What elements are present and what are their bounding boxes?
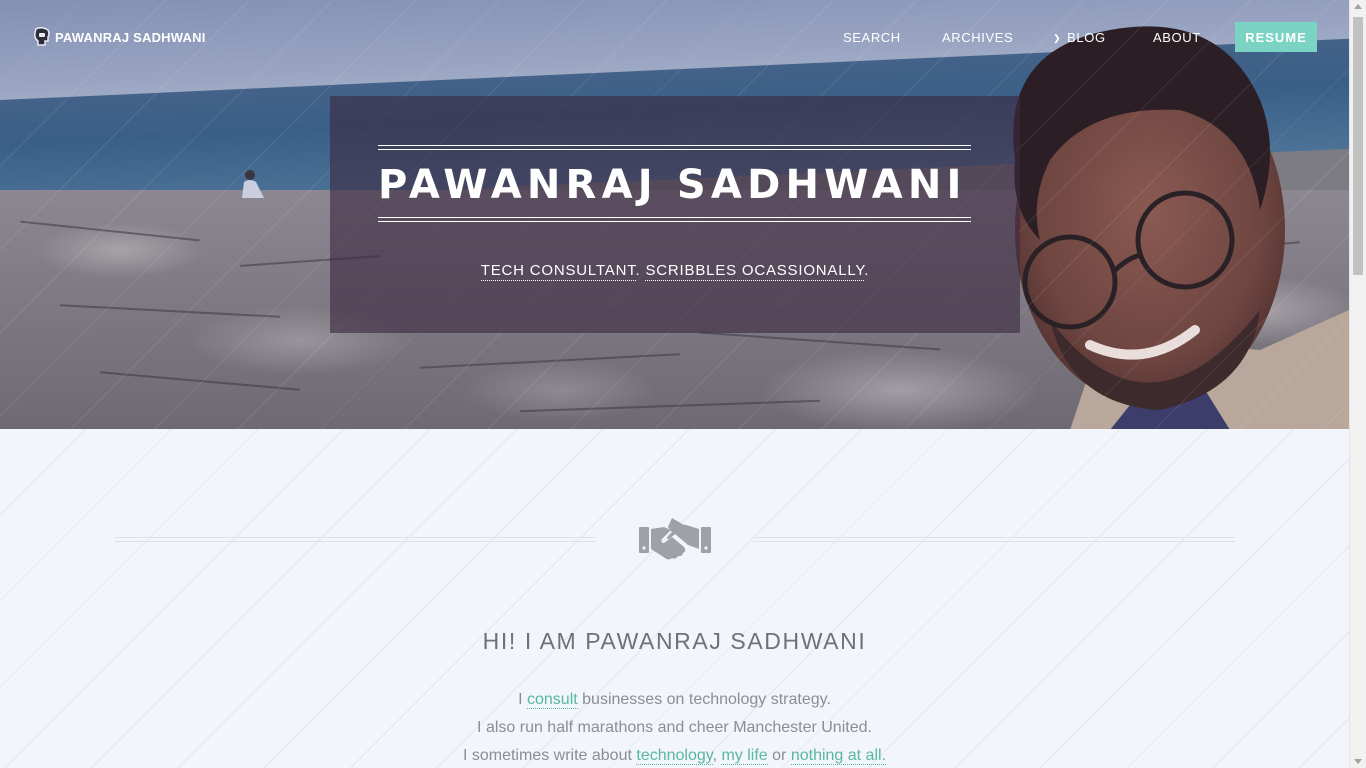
technology-link[interactable]: technology [636,747,713,765]
handshake-icon [639,518,711,560]
divider-left [115,537,596,542]
line1-post: businesses on technology strategy. [577,691,831,708]
scroll-up-arrow-icon[interactable] [1354,4,1362,9]
tagline-link-consultant[interactable]: TECH CONSULTANT [480,262,636,281]
hero-title: PAWANRAJ SADHWANI [378,162,967,208]
tagline-sep: . [635,262,641,279]
nav-archives[interactable]: ARCHIVES [942,30,1013,45]
nav-blog-label: BLOG [1067,30,1106,45]
consult-link[interactable]: consult [527,691,578,709]
page-scrollbar[interactable] [1349,0,1366,768]
intro-line-3: I sometimes write about technology, my l… [0,747,1349,765]
scroll-down-arrow-icon[interactable] [1354,759,1362,764]
line3-sep2: or [767,747,791,764]
line1-pre: I [518,691,527,708]
nav-search[interactable]: SEARCH [843,30,901,45]
intro-section: HI! I AM PAWANRAJ SADHWANI I consult bus… [0,429,1349,768]
hero-tagline: TECH CONSULTANT. SCRIBBLES OCASSIONALLY. [330,262,1020,281]
intro-heading: HI! I AM PAWANRAJ SADHWANI [482,628,867,654]
chevron-down-icon: ❯ [1053,33,1062,43]
logo-icon [34,27,50,46]
tagline-link-scribbles[interactable]: SCRIBBLES OCASSIONALLY [645,262,865,281]
title-rule-bottom [378,217,971,222]
line3-pre: I sometimes write about [462,747,637,764]
intro-line-2: I also run half marathons and cheer Manc… [477,719,872,736]
nav-blog[interactable]: ❯ BLOG [1053,30,1106,45]
resume-button[interactable]: RESUME [1235,22,1317,52]
nav-about[interactable]: ABOUT [1153,30,1201,45]
site-logo-link[interactable]: PAWANRAJ SADHWANI [33,27,206,47]
intro-line-1: I consult businesses on technology strat… [0,691,1349,709]
site-brand: PAWANRAJ SADHWANI [55,29,206,45]
hero-title-box [330,96,1020,333]
tagline-end: . [864,262,870,279]
scrollbar-thumb[interactable] [1353,17,1363,275]
nothing-at-all-link[interactable]: nothing at all. [790,747,887,765]
title-rule-top [378,145,971,150]
content-stripes [0,429,1349,768]
divider-right [753,537,1235,542]
my-life-link[interactable]: my life [721,747,768,765]
